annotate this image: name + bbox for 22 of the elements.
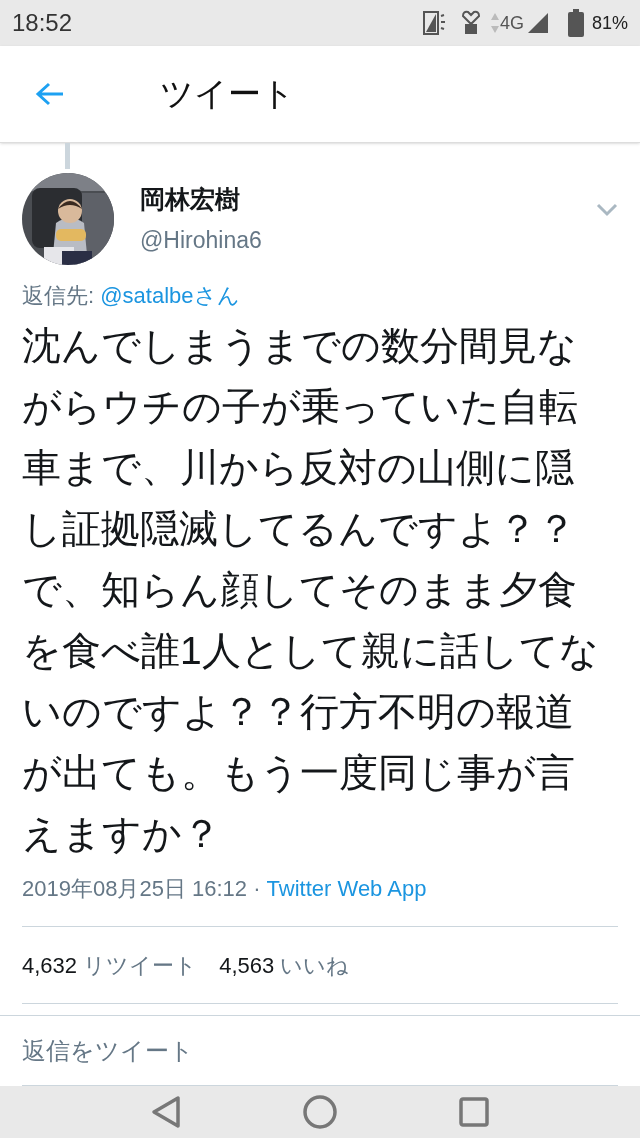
home-icon[interactable] — [302, 1094, 338, 1130]
tweet-text: 沈んでしまうまでの数分間見ながらウチの子が乗っていた自転車まで、川から反対の山側に隠し証拠隠滅してるんですよ？？で、知らん顔してそのまま夕食を食べ誰1人として親に話してないのですよ？？行方不明の報道が出ても。もう一度同じ事が言えますか？ — [22, 323, 600, 857]
clock: 18:52 — [12, 8, 73, 38]
data-arrows-icon — [489, 12, 500, 34]
back-icon[interactable] — [150, 1095, 181, 1129]
back-arrow-icon[interactable] — [35, 81, 65, 107]
recents-icon[interactable] — [459, 1097, 490, 1127]
stat-item[interactable]: 4,563 いいね — [219, 948, 350, 982]
stat-item[interactable]: 4,632 リツイート — [22, 948, 198, 982]
screen-icon — [421, 10, 448, 36]
reply-to-line: 返信先: @satalbeさん — [22, 282, 241, 310]
screen-title: ツイート — [160, 74, 295, 115]
author-name[interactable]: 岡林宏樹 — [140, 181, 262, 217]
battery-icon — [567, 9, 584, 37]
network-label: 4G — [499, 11, 524, 35]
reply-field[interactable]: 返信をツイート — [22, 1016, 618, 1086]
author-handle[interactable]: @Hirohina6 — [140, 223, 262, 257]
tweet-meta: 2019年08月25日 16:12 · Twitter Web App — [22, 875, 428, 903]
heart-icon — [459, 10, 482, 36]
signal-icon — [527, 13, 548, 33]
battery-percent: 81% — [591, 11, 628, 35]
chevron-down-icon[interactable] — [596, 203, 618, 217]
